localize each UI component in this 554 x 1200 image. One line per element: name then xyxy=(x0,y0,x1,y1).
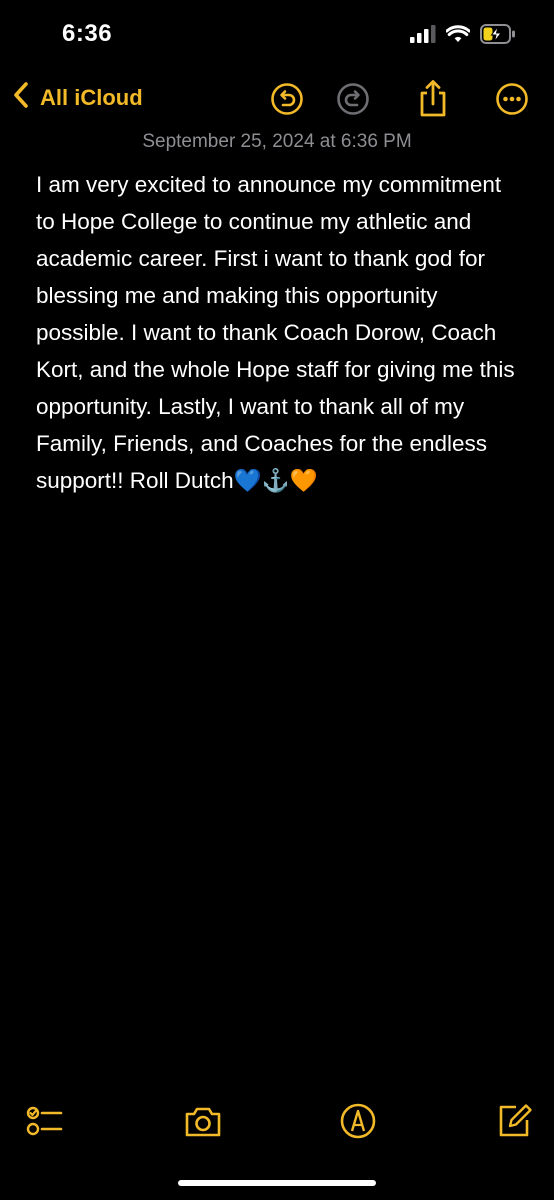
undo-icon[interactable] xyxy=(270,82,304,116)
more-icon[interactable] xyxy=(495,82,529,116)
bottom-toolbar xyxy=(0,1100,554,1140)
chevron-left-icon xyxy=(12,80,30,115)
note-date: September 25, 2024 at 6:36 PM xyxy=(142,131,412,152)
markup-icon[interactable] xyxy=(339,1102,377,1140)
note-body[interactable]: I am very excited to announce my commitm… xyxy=(36,166,522,499)
battery-charging-icon xyxy=(480,24,516,49)
home-indicator xyxy=(178,1180,376,1186)
status-icons xyxy=(410,24,516,49)
nav-bar: All iCloud xyxy=(0,76,554,122)
compose-icon[interactable] xyxy=(496,1102,534,1140)
camera-icon[interactable] xyxy=(183,1102,221,1140)
cellular-signal-icon xyxy=(410,25,436,48)
back-button[interactable]: All iCloud xyxy=(12,80,143,115)
checklist-icon[interactable] xyxy=(26,1102,64,1140)
notes-screen: 6:36 All iCloud September 25, 2024 at 6:… xyxy=(0,0,554,1200)
back-label: All iCloud xyxy=(40,84,143,110)
wifi-icon xyxy=(445,25,471,48)
status-bar: 6:36 xyxy=(0,0,554,70)
redo-icon[interactable] xyxy=(336,82,370,116)
status-time: 6:36 xyxy=(62,20,113,47)
share-icon[interactable] xyxy=(416,78,450,118)
